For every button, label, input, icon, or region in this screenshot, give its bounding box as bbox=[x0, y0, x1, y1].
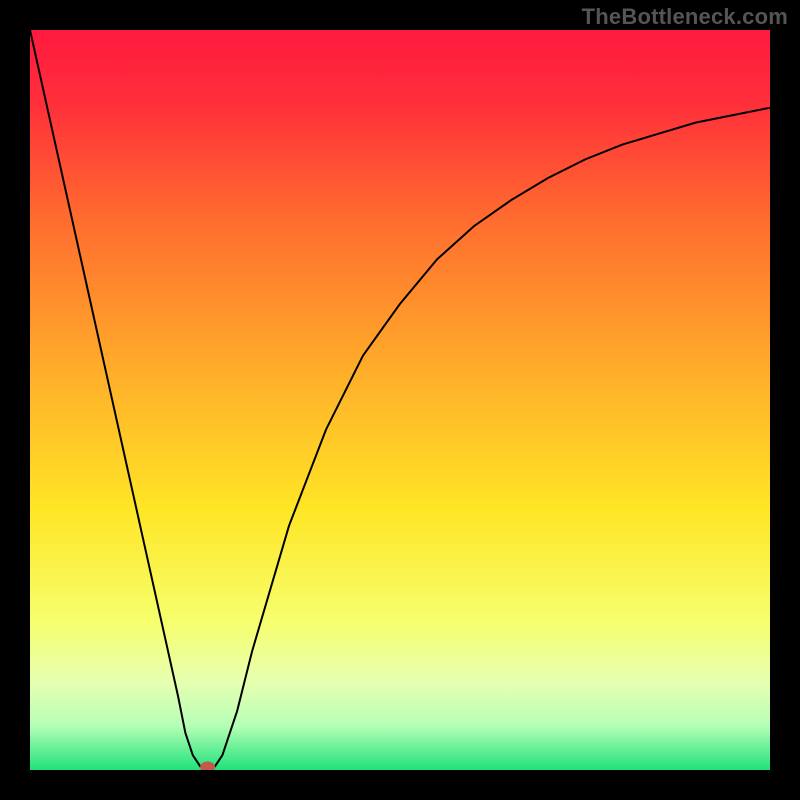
chart-svg bbox=[30, 30, 770, 770]
optimum-marker bbox=[201, 762, 215, 770]
chart-frame: TheBottleneck.com bbox=[0, 0, 800, 800]
watermark-text: TheBottleneck.com bbox=[582, 4, 788, 30]
plot-area bbox=[30, 30, 770, 770]
gradient-background bbox=[30, 30, 770, 770]
